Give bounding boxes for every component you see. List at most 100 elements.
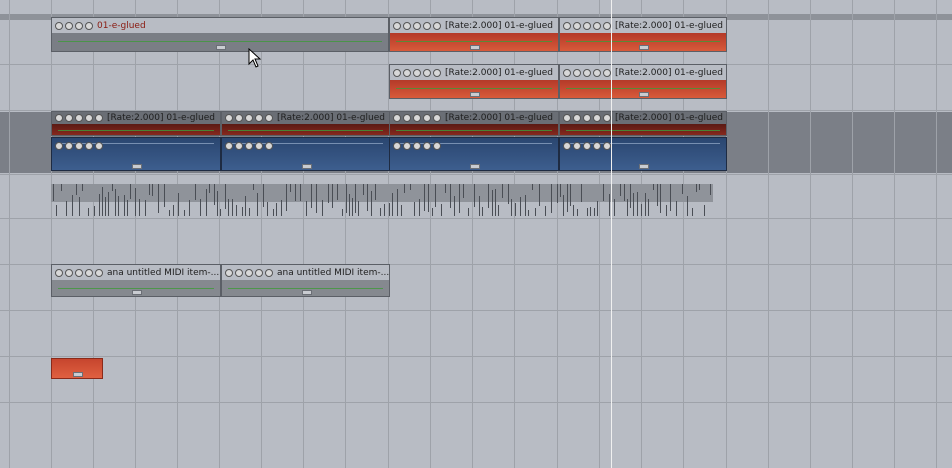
fx-icon[interactable] [413,68,421,77]
lock-icon[interactable] [65,114,73,122]
envelope-icon[interactable] [255,114,263,122]
volume-handle[interactable] [470,45,480,50]
lock-icon[interactable] [65,141,73,150]
fx-icon[interactable] [245,114,253,122]
fx-icon[interactable] [75,21,83,30]
take-icon[interactable] [603,68,611,77]
take-icon[interactable] [433,68,441,77]
lock-icon[interactable] [65,21,73,30]
lock-icon[interactable] [403,114,411,122]
envelope-icon[interactable] [255,268,263,277]
fx-icon[interactable] [583,141,591,150]
lock-icon[interactable] [573,114,581,122]
envelope-icon[interactable] [593,21,601,30]
envelope-icon[interactable] [85,114,93,122]
take-icon[interactable] [603,21,611,30]
lock-icon[interactable] [403,21,411,30]
mute-icon[interactable] [563,114,571,122]
media-item[interactable]: [Rate:2.000] 01-e-glued [389,111,559,136]
media-item[interactable]: [Rate:2.000] 01-e-glued [559,64,727,99]
midi-note-strip[interactable] [51,184,713,216]
mute-icon[interactable] [393,21,401,30]
take-icon[interactable] [433,114,441,122]
take-icon[interactable] [433,21,441,30]
media-item[interactable]: [Rate:2.000] 01-e-glued [221,111,390,136]
envelope-icon[interactable] [423,68,431,77]
volume-handle[interactable] [470,164,480,169]
take-icon[interactable] [265,268,273,277]
media-item[interactable]: [Rate:2.000] 01-e-glued [51,111,221,136]
volume-handle[interactable] [470,92,480,97]
volume-handle[interactable] [216,45,226,50]
fx-icon[interactable] [583,68,591,77]
volume-handle[interactable] [73,372,83,377]
fx-icon[interactable] [245,141,253,150]
take-icon[interactable] [603,114,611,122]
media-item[interactable] [221,137,390,171]
mute-icon[interactable] [55,268,63,277]
envelope-icon[interactable] [423,21,431,30]
media-item[interactable]: [Rate:2.000] 01-e-glued [559,111,727,136]
mute-icon[interactable] [393,114,401,122]
take-icon[interactable] [265,141,273,150]
take-icon[interactable] [95,141,103,150]
volume-handle[interactable] [639,92,649,97]
fx-icon[interactable] [75,114,83,122]
volume-handle[interactable] [302,290,312,295]
media-item[interactable] [559,137,727,171]
mute-icon[interactable] [563,21,571,30]
lock-icon[interactable] [235,114,243,122]
mute-icon[interactable] [55,21,63,30]
take-icon[interactable] [433,141,441,150]
fx-icon[interactable] [413,141,421,150]
lock-icon[interactable] [235,141,243,150]
arrange-view[interactable]: 01-e-glued [Rate:2.000] 01-e-glued [Rate… [0,0,952,468]
lock-icon[interactable] [573,21,581,30]
lock-icon[interactable] [573,141,581,150]
fx-icon[interactable] [583,114,591,122]
mute-icon[interactable] [225,114,233,122]
media-item[interactable]: 01-e-glued [51,17,389,52]
volume-handle[interactable] [639,164,649,169]
mute-icon[interactable] [393,141,401,150]
envelope-icon[interactable] [255,141,263,150]
fx-icon[interactable] [75,268,83,277]
fx-icon[interactable] [413,21,421,30]
envelope-icon[interactable] [593,141,601,150]
take-icon[interactable] [95,114,103,122]
mute-icon[interactable] [393,68,401,77]
mute-icon[interactable] [225,268,233,277]
volume-handle[interactable] [302,164,312,169]
envelope-icon[interactable] [593,68,601,77]
envelope-icon[interactable] [593,114,601,122]
midi-item[interactable]: ana untitled MIDI item-... [221,264,390,297]
media-item[interactable]: [Rate:2.000] 01-e-glued [389,17,559,52]
media-item[interactable]: [Rate:2.000] 01-e-glued [389,64,559,99]
envelope-icon[interactable] [423,141,431,150]
envelope-icon[interactable] [423,114,431,122]
envelope-icon[interactable] [85,21,93,30]
media-item[interactable] [389,137,559,171]
mute-icon[interactable] [55,141,63,150]
lock-icon[interactable] [573,68,581,77]
media-item[interactable] [51,137,221,171]
volume-handle[interactable] [639,45,649,50]
lock-icon[interactable] [235,268,243,277]
media-item[interactable] [51,358,103,379]
mute-icon[interactable] [55,114,63,122]
take-icon[interactable] [603,141,611,150]
lock-icon[interactable] [403,68,411,77]
lock-icon[interactable] [65,268,73,277]
envelope-icon[interactable] [85,268,93,277]
mute-icon[interactable] [563,141,571,150]
fx-icon[interactable] [583,21,591,30]
midi-item[interactable]: ana untitled MIDI item-... [51,264,221,297]
fx-icon[interactable] [245,268,253,277]
mute-icon[interactable] [225,141,233,150]
volume-handle[interactable] [132,290,142,295]
play-cursor[interactable] [611,0,612,468]
volume-handle[interactable] [132,164,142,169]
take-icon[interactable] [265,114,273,122]
lock-icon[interactable] [403,141,411,150]
envelope-icon[interactable] [85,141,93,150]
